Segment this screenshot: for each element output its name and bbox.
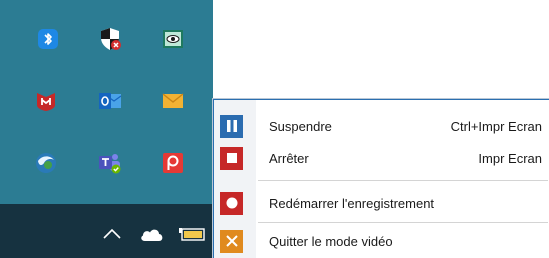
menu-item-label: Redémarrer l'enregistrement — [269, 195, 435, 211]
menu-item-restart-recording[interactable]: Redémarrer l'enregistrement — [214, 188, 549, 218]
menu-item-suspend[interactable]: Suspendre Ctrl+Impr Ecran — [214, 111, 549, 141]
taskbar — [0, 204, 213, 258]
tray-overflow-panel — [0, 0, 213, 258]
recording-context-menu: Suspendre Ctrl+Impr Ecran Arrêter Impr E… — [213, 99, 549, 258]
menu-item-label: Suspendre — [269, 118, 332, 134]
recorder-p-icon[interactable] — [160, 150, 186, 176]
mcafee-icon[interactable] — [33, 88, 59, 114]
battery-icon[interactable] — [177, 226, 207, 242]
menu-separator — [258, 180, 548, 181]
screen: Suspendre Ctrl+Impr Ecran Arrêter Impr E… — [0, 0, 549, 258]
eye-monitor-icon[interactable] — [160, 26, 186, 52]
menu-item-shortcut: Ctrl+Impr Ecran — [450, 118, 542, 134]
teams-icon[interactable] — [97, 150, 123, 176]
menu-separator — [258, 222, 548, 223]
stop-icon — [220, 146, 243, 170]
security-shield-icon[interactable] — [97, 26, 123, 52]
browser-globe-icon[interactable] — [33, 150, 59, 176]
menu-item-stop[interactable]: Arrêter Impr Ecran — [214, 143, 549, 173]
pause-icon — [220, 114, 243, 138]
outlook-icon[interactable] — [97, 88, 123, 114]
mail-envelope-icon[interactable] — [160, 88, 186, 114]
record-icon — [220, 191, 243, 215]
onedrive-cloud-icon[interactable] — [138, 225, 166, 243]
tray-icon-grid — [0, 0, 213, 204]
chevron-up-icon[interactable] — [101, 226, 123, 242]
menu-item-label: Arrêter — [269, 150, 309, 166]
menu-item-label: Quitter le mode vidéo — [269, 233, 393, 249]
menu-item-shortcut: Impr Ecran — [478, 150, 542, 166]
bluetooth-icon[interactable] — [35, 26, 61, 52]
menu-item-quit-video-mode[interactable]: Quitter le mode vidéo — [214, 226, 549, 256]
close-x-icon — [220, 229, 243, 253]
